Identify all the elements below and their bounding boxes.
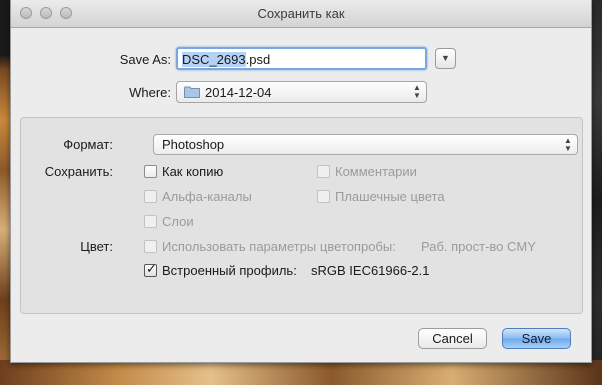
embedded-profile-checkbox[interactable]: ✓ (144, 261, 157, 277)
comments-label: Комментарии (335, 164, 417, 179)
filename-selected-text: DSC_2693 (182, 52, 246, 67)
background-photo-left (0, 0, 10, 385)
folder-icon (184, 86, 200, 98)
spot-colors-checkbox[interactable] (317, 190, 330, 203)
save-options-panel: Формат: Photoshop ▲ ▼ Сохранить: Как копи… (20, 117, 583, 314)
save-dialog: Сохранить как Save As: DSC_2693.psd ▼ Wh… (10, 0, 592, 363)
as-copy-checkbox[interactable] (144, 165, 157, 178)
format-popup[interactable]: Photoshop ▲ ▼ (153, 134, 578, 155)
as-copy-label: Как копию (162, 164, 224, 179)
color-label: Цвет: (80, 239, 113, 254)
filename-input[interactable]: DSC_2693.psd (176, 47, 427, 70)
spot-colors-label: Плашечные цвета (335, 189, 445, 204)
save-button[interactable]: Save (502, 328, 571, 349)
comments-checkbox[interactable] (317, 165, 330, 178)
layers-checkbox[interactable] (144, 215, 157, 228)
where-popup[interactable]: 2014-12-04 ▲ ▼ (176, 81, 427, 103)
proof-profile-value: Раб. прост-во CMY (421, 239, 536, 254)
use-proof-checkbox[interactable] (144, 240, 157, 253)
updown-arrows-icon: ▲ ▼ (564, 136, 572, 153)
format-label: Формат: (63, 137, 113, 152)
triangle-down-icon: ▼ (441, 53, 450, 63)
where-value: 2014-12-04 (205, 85, 272, 100)
background-photo-bottom (0, 360, 602, 385)
filename-extension: .psd (245, 52, 271, 67)
checkmark-icon: ✓ (146, 261, 157, 276)
alpha-channels-label: Альфа-каналы (162, 189, 252, 204)
window-title: Сохранить как (257, 6, 345, 21)
embedded-profile-value: sRGB IEC61966-2.1 (311, 263, 430, 278)
title-bar: Сохранить как (11, 0, 591, 28)
use-proof-label: Использовать параметры цветопробы: (162, 239, 396, 254)
updown-arrows-icon: ▲ ▼ (413, 83, 421, 100)
embedded-profile-label: Встроенный профиль: (162, 263, 297, 278)
save-label: Сохранить: (44, 164, 113, 179)
cancel-button[interactable]: Cancel (418, 328, 487, 349)
alpha-channels-checkbox[interactable] (144, 190, 157, 203)
layers-label: Слои (162, 214, 194, 229)
where-label: Where: (129, 85, 171, 100)
format-value: Photoshop (162, 137, 225, 152)
save-as-label: Save As: (119, 52, 171, 67)
expand-dialog-button[interactable]: ▼ (435, 48, 456, 69)
